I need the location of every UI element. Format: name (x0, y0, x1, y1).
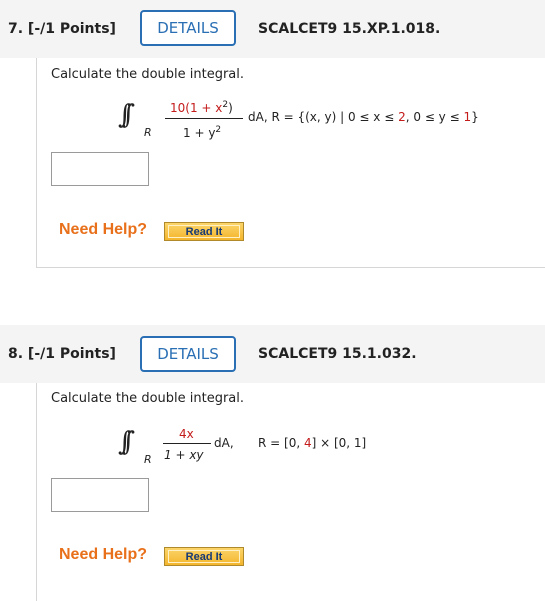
question-8-points: 8. [-/1 Points] (8, 346, 116, 362)
integral-differential: dA, (214, 436, 234, 450)
question-7-prompt: Calculate the double integral. (51, 67, 245, 82)
question-8-header: 8. [-/1 Points] DETAILS SCALCET9 15.1.03… (0, 325, 545, 383)
read-it-label: Read It (185, 225, 223, 238)
question-8-prompt: Calculate the double integral. (51, 391, 245, 406)
fraction-bar (165, 118, 243, 119)
fraction-numerator: 10(1 + x2) (170, 100, 233, 115)
question-7-answer-input[interactable] (51, 152, 149, 186)
question-8-need-help: Need Help? (59, 546, 148, 563)
read-it-label: Read It (185, 550, 223, 563)
question-8-code: SCALCET9 15.1.032. (258, 346, 417, 362)
question-7-header: 7. [-/1 Points] DETAILS SCALCET9 15.XP.1… (0, 0, 545, 58)
question-7-need-help: Need Help? (59, 221, 148, 238)
fraction-denominator: 1 + y2 (183, 125, 222, 140)
question-7-details-button[interactable]: DETAILS (140, 10, 236, 46)
question-7-code: SCALCET9 15.XP.1.018. (258, 21, 441, 37)
question-7-read-it-button[interactable]: Read It (164, 222, 244, 241)
question-8-answer-input[interactable] (51, 478, 149, 512)
integral-region: R = [0, 4] × [0, 1] (258, 436, 367, 450)
integral-region: dA, R = {(x, y) | 0 ≤ x ≤ 2, 0 ≤ y ≤ 1} (248, 110, 479, 124)
question-7-points: 7. [-/1 Points] (8, 21, 116, 37)
fraction-denominator: 1 + xy (164, 448, 204, 462)
double-integral-sign: ∫∫ (118, 100, 135, 130)
fraction-numerator: 4x (179, 427, 194, 441)
double-integral-sign: ∫∫ (118, 427, 135, 457)
integral-subscript: R (144, 453, 152, 466)
integral-subscript: R (144, 126, 152, 139)
fraction-bar (163, 443, 211, 444)
question-8-details-button[interactable]: DETAILS (140, 336, 236, 372)
question-8-read-it-button[interactable]: Read It (164, 547, 244, 566)
